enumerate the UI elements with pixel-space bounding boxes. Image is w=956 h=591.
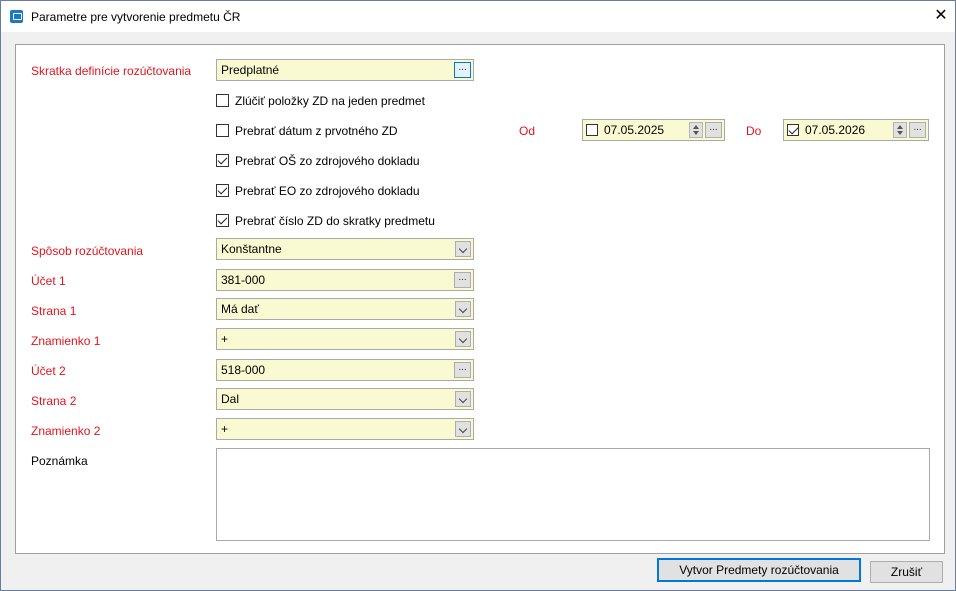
poznamka-textarea[interactable] [216, 448, 930, 541]
ucet2-browse-button[interactable]: ... [454, 362, 471, 378]
poznamka-label: Poznámka [31, 454, 88, 468]
date-to-value: 07.05.2026 [805, 123, 866, 137]
chevron-down-icon[interactable] [455, 331, 471, 347]
date-to-checkbox[interactable] [787, 124, 799, 136]
date-to-calendar-button[interactable]: ... [909, 122, 926, 138]
strana2-value: Dal [221, 392, 240, 406]
strana2-label: Strana 2 [31, 394, 77, 408]
znamienko2-value: + [221, 422, 229, 436]
sposob-value: Konštantne [221, 242, 282, 256]
close-icon[interactable]: ✕ [927, 1, 955, 32]
strana1-value: Má dať [221, 302, 259, 316]
checkbox-eo[interactable] [216, 184, 229, 197]
window-title: Parametre pre vytvorenie predmetu ČR [31, 10, 241, 24]
date-from-spinner[interactable] [689, 122, 703, 138]
cancel-button[interactable]: Zrušiť [870, 561, 943, 583]
sposob-select[interactable]: Konštantne [216, 238, 474, 260]
ucet2-value: 518-000 [221, 363, 266, 377]
chevron-down-icon[interactable] [455, 391, 471, 407]
strana2-select[interactable]: Dal [216, 388, 474, 410]
date-to-label: Do [746, 124, 762, 138]
checkbox-os-label: Prebrať OŠ zo zdrojového dokladu [235, 154, 420, 168]
skratka-field[interactable]: Predplatné ... [216, 59, 474, 81]
skratka-browse-button[interactable]: ... [454, 62, 471, 78]
sposob-label: Spôsob rozúčtovania [31, 244, 144, 258]
chevron-down-icon[interactable] [455, 241, 471, 257]
chevron-down-icon[interactable] [455, 421, 471, 437]
znamienko1-label: Znamienko 1 [31, 334, 101, 348]
ucet1-browse-button[interactable]: ... [454, 272, 471, 288]
checkbox-os[interactable] [216, 154, 229, 167]
create-button[interactable]: Vytvor Predmety rozúčtovania [657, 558, 861, 582]
checkbox-datum[interactable] [216, 124, 229, 137]
checkbox-cislo-zd-label: Prebrať číslo ZD do skratky predmetu [235, 214, 435, 228]
skratka-label: Skratka definície rozúčtovania [31, 64, 192, 78]
strana1-select[interactable]: Má dať [216, 298, 474, 320]
ucet2-field[interactable]: 518-000 ... [216, 359, 474, 381]
ucet2-label: Účet 2 [31, 364, 66, 378]
dialog-window: Parametre pre vytvorenie predmetu ČR ✕ S… [0, 0, 956, 591]
date-from-value: 07.05.2025 [604, 123, 665, 137]
strana1-label: Strana 1 [31, 304, 77, 318]
checkbox-zlucit-label: Zlúčiť položky ZD na jeden predmet [235, 94, 425, 108]
app-icon [10, 10, 23, 23]
date-from-calendar-button[interactable]: ... [705, 122, 722, 138]
znamienko1-select[interactable]: + [216, 328, 474, 350]
date-to-picker[interactable]: 07.05.2026 ... [783, 119, 929, 141]
checkbox-cislo-zd[interactable] [216, 214, 229, 227]
checkbox-zlucit[interactable] [216, 94, 229, 107]
ucet1-field[interactable]: 381-000 ... [216, 269, 474, 291]
znamienko1-value: + [221, 332, 229, 346]
znamienko2-label: Znamienko 2 [31, 424, 101, 438]
date-from-label: Od [519, 124, 536, 138]
chevron-down-icon[interactable] [455, 301, 471, 317]
date-from-checkbox[interactable] [586, 124, 598, 136]
checkbox-eo-label: Prebrať EO zo zdrojového dokladu [235, 184, 420, 198]
ucet1-value: 381-000 [221, 273, 266, 287]
title-bar: Parametre pre vytvorenie predmetu ČR ✕ [1, 1, 955, 32]
skratka-value: Predplatné [221, 63, 280, 77]
znamienko2-select[interactable]: + [216, 418, 474, 440]
date-to-spinner[interactable] [893, 122, 907, 138]
checkbox-datum-label: Prebrať dátum z prvotného ZD [235, 124, 398, 138]
date-from-picker[interactable]: 07.05.2025 ... [582, 119, 725, 141]
ucet1-label: Účet 1 [31, 274, 66, 288]
